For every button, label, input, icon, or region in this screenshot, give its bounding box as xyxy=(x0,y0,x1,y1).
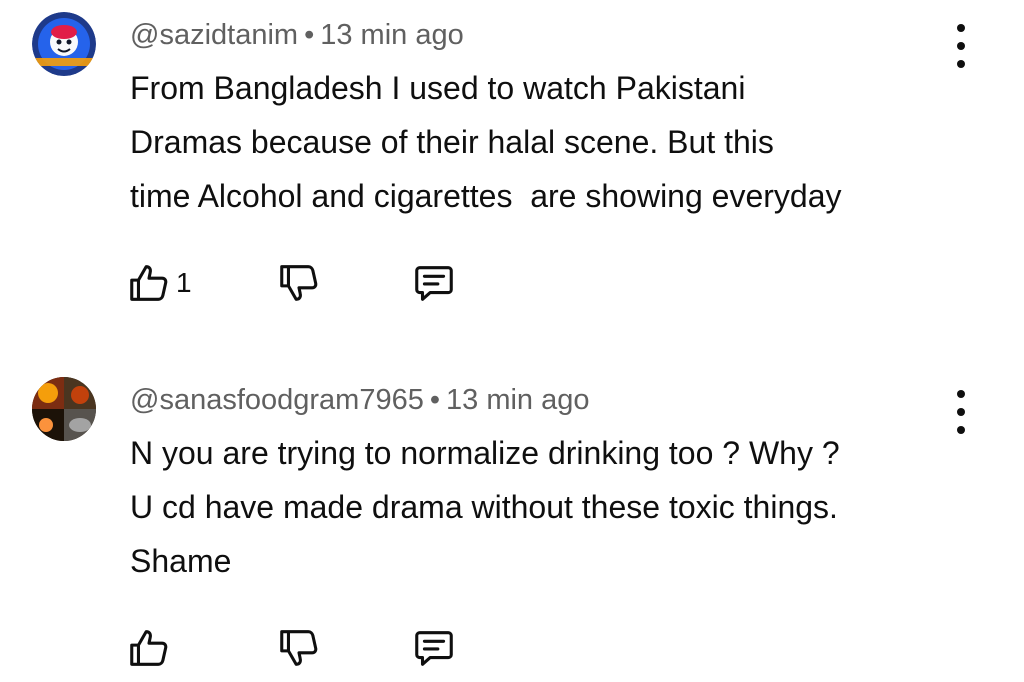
more-vertical-icon xyxy=(957,390,965,398)
comment-text-line: N you are trying to normalize drinking t… xyxy=(130,435,840,471)
comment-text-line: time Alcohol and cigarettes are showing … xyxy=(130,178,842,214)
more-dot xyxy=(957,408,965,416)
comment-meta: @sanasfoodgram7965 • 13 min ago xyxy=(130,382,590,418)
comment-text-line: From Bangladesh I used to watch Pakistan… xyxy=(130,70,746,106)
comment: @sazidtanim • 13 min ago From Bangladesh I… xyxy=(0,0,1024,330)
author-handle[interactable]: @sazidtanim xyxy=(130,19,298,51)
comment: @sanasfoodgram7965 • 13 min ago N you are … xyxy=(0,370,1024,682)
comment-text: From Bangladesh I used to watch Pakistan… xyxy=(130,61,970,223)
reply-comment-icon xyxy=(415,266,453,301)
avatar[interactable] xyxy=(32,12,96,76)
reply-button[interactable] xyxy=(411,258,457,308)
dislike-button[interactable] xyxy=(276,623,322,673)
separator-dot: • xyxy=(429,384,441,416)
thumbs-down-icon xyxy=(280,265,318,301)
comment-time: 13 min ago xyxy=(320,19,464,51)
comment-text: N you are trying to normalize drinking t… xyxy=(130,426,970,588)
reply-comment-icon xyxy=(415,631,453,666)
comment-text-line: U cd have made drama without these toxic… xyxy=(130,489,838,525)
thumbs-down-icon xyxy=(280,630,318,666)
thumbs-up-icon xyxy=(130,265,168,301)
separator-dot: • xyxy=(304,19,315,51)
food-collage-avatar-icon xyxy=(32,377,96,441)
comment-text-line: Shame xyxy=(130,543,232,579)
author-handle[interactable]: @sanasfoodgram7965 xyxy=(130,384,424,416)
comment-meta: @sazidtanim • 13 min ago xyxy=(130,17,464,53)
thumbs-up-icon xyxy=(130,630,168,666)
like-button[interactable] xyxy=(126,623,176,673)
reply-button[interactable] xyxy=(411,623,457,673)
cartoon-character-avatar-icon xyxy=(32,12,96,76)
comment-time: 13 min ago xyxy=(446,384,590,416)
comment-actions xyxy=(126,623,486,673)
comment-actions: 1 xyxy=(126,258,486,308)
avatar[interactable] xyxy=(32,377,96,441)
more-dot xyxy=(957,42,965,50)
like-button[interactable]: 1 xyxy=(126,258,192,308)
like-count: 1 xyxy=(176,267,192,298)
dislike-button[interactable] xyxy=(276,258,322,308)
more-vertical-icon xyxy=(957,24,965,32)
comment-text-line: Dramas because of their halal scene. But… xyxy=(130,124,774,160)
